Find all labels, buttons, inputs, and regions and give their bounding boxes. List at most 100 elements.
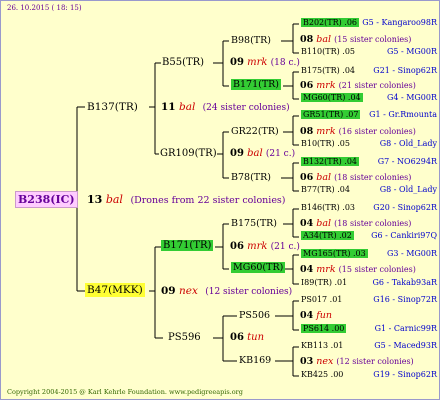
l4-queen-4[interactable]: GR51(TR) .07 [301,110,361,119]
l4-queen-id-7: B77(TR) .04 [301,185,350,194]
root-breeder: bal [105,193,123,206]
l1-queen-1-id: B47(MKK) [85,283,145,297]
l1-note-1: (12 sister colonies) [205,287,293,297]
l3-queen-6[interactable]: PS506 [239,311,270,321]
l4-lineage-5: G8 - Old_Lady [379,139,437,148]
l4-queen-id-11: I89(TR) .01 [301,278,348,287]
l4-lineage-3: G4 - MG00R [386,93,437,102]
l3-queen-5[interactable]: MG60(TR) [231,262,286,273]
l3-mating-2: 08 mrk (16 sister colonies) [300,127,416,137]
l1-num-1: 09 [161,285,176,297]
l4-queen-id-5: B10(TR) .05 [301,139,350,148]
l4-queen-8[interactable]: B146(TR) .03 [301,204,355,212]
l3-mating-7: 03 nex (12 sister colonies) [300,357,414,367]
l3-queen-0[interactable]: B98(TR) [231,36,271,46]
l4-lineage-14: G5 - Maced93R [374,341,437,350]
l4-lineage-8: G20 - Sinop62R [373,203,437,212]
l3-queen-2[interactable]: GR22(TR) [231,127,279,137]
l3-mating-5: 04 mrk (15 sister colonies) [300,265,416,275]
l2-queen-0[interactable]: B55(TR) [162,58,204,68]
l4-lineage-11: G6 - Takab93aR [372,278,437,287]
l3-mating-3: 06 bal (18 sister colonies) [300,173,411,183]
l4-queen-2[interactable]: B175(TR) .04 [301,67,355,75]
l2-queen-3[interactable]: PS596 [168,333,201,343]
l2-mating-3: 06 tun [230,333,264,343]
l3-num-4: 04 [300,218,314,229]
l3-mating-4: 04 bal (18 sister colonies) [300,219,411,229]
l3-queen-5-id: MG60(TR) [231,262,286,273]
l4-queen-1[interactable]: B110(TR) .05 [301,48,355,56]
l4-queen-id-1: B110(TR) .05 [301,47,356,56]
l4-queen-13[interactable]: PS614 .00 [301,324,347,333]
l1-queen-0[interactable]: B137(TR) [87,102,138,113]
l4-queen-7[interactable]: B77(TR) .04 [301,186,350,194]
root-note: (Drones from 22 sister colonies) [130,195,286,206]
l4-queen-id-13: PS614 .00 [301,324,347,333]
l3-breeder-0: bal [316,34,332,45]
l2-breeder-2: mrk [247,241,268,252]
l4-queen-11[interactable]: I89(TR) .01 [301,279,347,287]
root-queen-id: B238(IC) [15,191,78,208]
l4-queen-6[interactable]: B132(TR) .04 [301,157,360,166]
l4-queen-3[interactable]: MG60(TR) .04 [301,93,363,102]
l3-note-2: (16 sister colonies) [338,127,416,136]
l3-queen-1-id: B171(TR) [231,79,282,90]
l2-num-1: 09 [230,148,244,159]
l3-breeder-1: mrk [316,80,336,91]
root-mating-info: 13 bal (Drones from 22 sister colonies) [87,194,286,206]
l4-queen-0[interactable]: B202(TR) .06 [301,18,360,27]
l3-queen-4[interactable]: B175(TR) [231,219,277,229]
l2-mating-0: 09 mrk (18 c.) [230,58,300,68]
l4-queen-9[interactable]: A34(TR) .02 [301,231,354,240]
l3-note-3: (18 sister colonies) [334,173,412,182]
l2-breeder-0: mrk [247,57,268,68]
l4-queen-id-10: MG165(TR) .03 [301,249,368,258]
l4-lineage-6: G7 - NO6294R [377,157,437,166]
l3-note-0: (15 sister colonies) [334,35,412,44]
l4-queen-id-8: B146(TR) .03 [301,203,356,212]
root-queen[interactable]: B238(IC) [15,191,78,208]
l4-queen-id-9: A34(TR) .02 [301,231,354,240]
l2-note-0: (18 c.) [270,58,300,68]
l4-lineage-1: G5 - MG00R [386,47,437,56]
l3-breeder-3: bal [316,172,332,183]
l2-num-2: 06 [230,241,244,252]
copyright-footer: Copyright 2004-2015 @ Karl Kehrle Founda… [7,388,243,396]
l4-lineage-12: G16 - Sinop72R [373,295,437,304]
l4-queen-id-3: MG60(TR) .04 [301,93,363,102]
l3-num-0: 08 [300,34,314,45]
l2-mating-2: 06 mrk (21 c.) [230,242,300,252]
l2-num-0: 09 [230,57,244,68]
l2-queen-2[interactable]: B171(TR) [161,240,214,251]
l4-queen-id-4: GR51(TR) .07 [301,110,361,119]
l4-queen-12[interactable]: PS017 .01 [301,296,342,304]
l4-queen-14[interactable]: KB113 .01 [301,342,343,350]
l3-breeder-2: mrk [316,126,336,137]
l3-queen-3[interactable]: B78(TR) [231,173,271,183]
l1-num-0: 11 [161,101,176,113]
l2-note-2: (21 c.) [270,242,300,252]
l2-queen-1[interactable]: GR109(TR) [160,149,217,159]
l4-queen-5[interactable]: B10(TR) .05 [301,140,350,148]
l1-breeder-1: nex [178,285,198,297]
l1-breeder-0: bal [178,101,196,113]
l3-mating-0: 08 bal (15 sister colonies) [300,35,411,45]
l4-queen-id-14: KB113 .01 [301,341,344,350]
l3-breeder-6: fun [316,310,333,321]
l2-breeder-1: bal [247,148,263,159]
l3-mating-6: 04 fun [300,311,332,321]
l4-queen-id-0: B202(TR) .06 [301,18,360,27]
l4-lineage-9: G6 - Cankiri97Q [371,231,437,240]
l3-queen-7[interactable]: KB169 [239,356,271,366]
l4-lineage-10: G3 - MG00R [386,249,437,258]
l1-mating-1: 09 nex (12 sister colonies) [161,286,292,297]
l4-queen-10[interactable]: MG165(TR) .03 [301,249,368,258]
l4-lineage-4: G1 - Gr.Rmounta [369,110,437,119]
l1-queen-1[interactable]: B47(MKK) [85,283,145,297]
l3-queen-1[interactable]: B171(TR) [231,79,282,90]
l4-lineage-2: G21 - Sinop62R [373,66,437,75]
root-num: 13 [87,193,103,206]
l4-queen-15[interactable]: KB425 .00 [301,371,343,379]
l3-num-7: 03 [300,356,314,367]
l3-breeder-7: nex [316,356,334,367]
